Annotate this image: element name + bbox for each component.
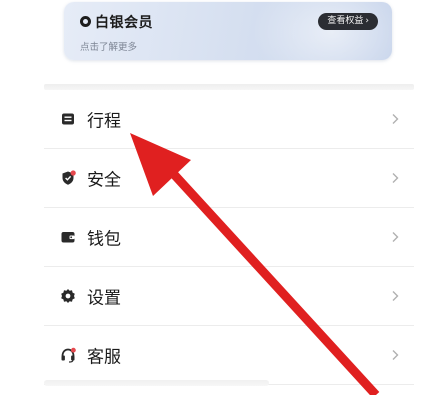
menu-item-itinerary[interactable]: 行程 [44,90,414,149]
member-card[interactable]: 白银会员 点击了解更多 查看权益 › [64,2,392,60]
headset-icon [61,347,76,363]
wallet-icon [61,232,75,243]
chevron-right-icon [392,173,399,183]
menu-item-label: 设置 [87,288,121,309]
member-subtitle[interactable]: 点击了解更多 [80,39,137,53]
view-benefits-label: 查看权益 [327,16,364,26]
card-shine [252,2,392,60]
menu-item-security[interactable]: 安全 [44,149,414,208]
chevron-right-icon [392,350,399,360]
shield-icon [62,170,76,185]
menu-item-label: 安全 [87,170,121,191]
menu-item-label: 行程 [87,111,121,132]
chevron-right-icon [392,291,399,301]
view-benefits-button[interactable]: 查看权益 › [318,13,378,30]
menu-item-label: 钱包 [87,229,121,250]
menu-list: 行程 安全 钱包 设置 客服 [44,90,414,385]
chevron-right-icon [392,232,399,242]
itinerary-icon [62,113,74,125]
chevron-right-small-icon: › [365,16,369,26]
chevron-right-icon [392,114,399,124]
member-title: 白银会员 [95,15,153,31]
menu-item-label: 客服 [87,347,121,368]
menu-item-settings[interactable]: 设置 [44,267,414,326]
gear-icon [61,289,75,303]
bottom-separator [44,380,269,386]
member-ring-icon [80,16,91,27]
menu-item-customer-service[interactable]: 客服 [44,326,414,385]
menu-item-wallet[interactable]: 钱包 [44,208,414,267]
